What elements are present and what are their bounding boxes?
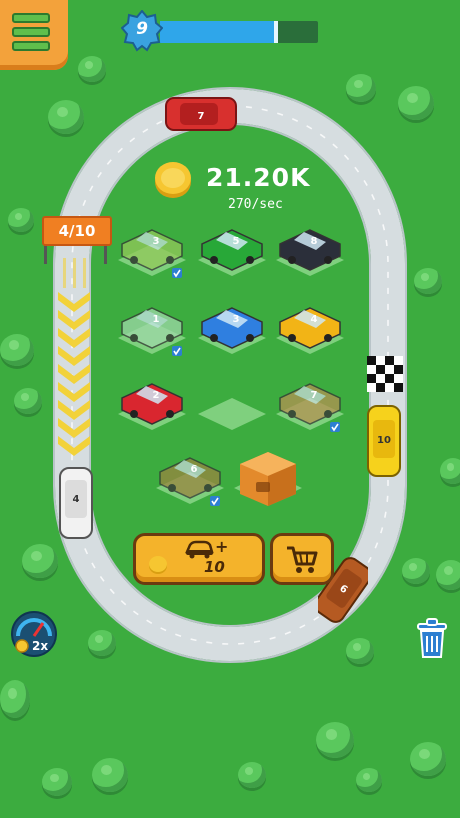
coin-balance: 21.20K: [206, 163, 311, 192]
garage-slot[interactable]: 7: [274, 374, 346, 434]
lap-counter: 4/10: [42, 216, 112, 246]
garage-slot[interactable]: 1: [116, 298, 188, 358]
car-level-label: 2: [153, 390, 160, 401]
shopping-cart-icon: [287, 546, 318, 573]
buy-car-button[interactable]: + 10: [133, 533, 265, 585]
menu-button[interactable]: [0, 0, 68, 70]
checkered-flag-icon: [367, 356, 403, 392]
svg-text:7: 7: [198, 111, 205, 122]
car-level-label: 7: [311, 390, 318, 401]
check-icon: [330, 422, 340, 432]
speed-boost-multiplier: 2x: [32, 639, 49, 653]
car-level-label: 6: [191, 464, 198, 475]
track-car: 7: [165, 97, 237, 131]
speed-boost-button[interactable]: 2x: [10, 610, 58, 658]
track-car: 10: [367, 405, 401, 477]
car-level-label: 5: [233, 236, 240, 247]
car-level-label: 3: [233, 314, 240, 325]
buy-car-plus: +: [215, 537, 229, 556]
check-icon: [172, 268, 182, 278]
garage-slot[interactable]: 3: [196, 298, 268, 358]
garage-slot-crate[interactable]: [232, 448, 304, 508]
track-car: 4: [59, 467, 93, 539]
car-level-label: 1: [153, 314, 160, 325]
check-icon: [210, 496, 220, 506]
garage-slot[interactable]: 3: [116, 220, 188, 280]
car-level-label: 3: [153, 236, 160, 247]
income-rate: 270/sec: [228, 197, 283, 212]
garage-slot[interactable]: 5: [196, 220, 268, 280]
level-progress-bar: [160, 21, 318, 43]
car-icon: [185, 540, 214, 559]
buy-car-price: 10: [204, 558, 225, 576]
slot-pad: [198, 398, 266, 430]
trash-icon[interactable]: [414, 618, 450, 660]
check-icon: [172, 346, 182, 356]
garage-slot[interactable]: 2: [116, 374, 188, 434]
game-screen: 4/10 7 4 10 6 9 21.20K 270/sec 3 5 8 1 3…: [0, 0, 460, 818]
car-level-label: 4: [311, 314, 318, 325]
garage-slot[interactable]: 4: [274, 298, 346, 358]
crate-icon: [240, 452, 296, 506]
garage-slot[interactable]: 6: [154, 448, 226, 508]
svg-text:10: 10: [377, 435, 391, 446]
svg-text:4: 4: [73, 494, 80, 505]
shop-button[interactable]: [270, 533, 334, 585]
car-level-label: 8: [311, 236, 318, 247]
level-badge: 9: [120, 9, 164, 52]
coin-icon: [149, 556, 167, 574]
level-progress-fill: [160, 21, 278, 43]
garage-slot[interactable]: [196, 374, 268, 434]
garage-slot[interactable]: 8: [274, 220, 346, 280]
level-number: 9: [136, 19, 148, 39]
coin-icon: [155, 162, 191, 198]
